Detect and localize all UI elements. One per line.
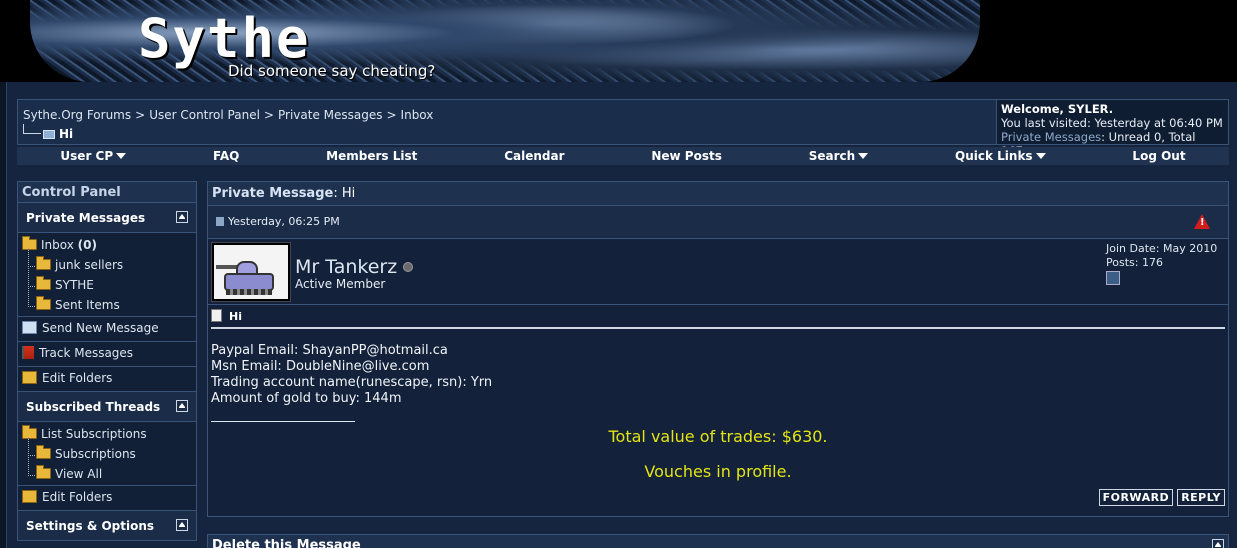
reply-button[interactable]: REPLY (1177, 489, 1225, 506)
signature-vouches: Vouches in profile. (644, 462, 792, 481)
folder-icon (36, 445, 51, 459)
collapse-icon[interactable] (176, 211, 188, 223)
breadcrumb-private-messages[interactable]: Private Messages (278, 108, 383, 122)
sidebar-item-track-messages[interactable]: Track Messages (17, 342, 197, 367)
forward-button[interactable]: FORWARD (1098, 489, 1174, 506)
sidebar-item-list-subscriptions[interactable]: List Subscriptions (22, 425, 192, 445)
chevron-down-icon (858, 153, 869, 159)
sidebar-item-edit-folders-2[interactable]: Edit Folders (17, 486, 197, 511)
subscription-list: List Subscriptions Subscriptions View Al… (17, 422, 197, 486)
compose-icon (22, 321, 37, 334)
reputation-icon (1106, 271, 1120, 285)
message-line: Paypal Email: ShayanPP@hotmail.ca (211, 343, 448, 358)
menu-members-list[interactable]: Members List (326, 149, 417, 163)
message-date-bar: Yesterday, 06:25 PM (208, 206, 1228, 239)
document-icon (211, 309, 222, 322)
message-line: Trading account name(runescape, rsn): Yr… (211, 375, 493, 390)
chevron-down-icon (116, 153, 127, 159)
flag-icon (22, 346, 34, 359)
navigation-box: Sythe.Org Forums > User Control Panel > Priv… (17, 99, 1229, 158)
folder-icon (43, 130, 55, 139)
menu-log-out[interactable]: Log Out (1132, 149, 1185, 163)
menu-faq[interactable]: FAQ (213, 149, 239, 163)
join-date: Join Date: May 2010 (1106, 242, 1218, 255)
folder-icon (36, 256, 51, 270)
menu-user-cp[interactable]: User CP (60, 149, 127, 163)
message-date: Yesterday, 06:25 PM (228, 215, 340, 228)
folder-icon (36, 296, 51, 310)
header-banner: Sythe Did someone say cheating? (0, 0, 1237, 82)
chevron-down-icon (1035, 153, 1046, 159)
section-subscribed-threads: Subscribed Threads (17, 392, 197, 422)
post-count: Posts: 176 (1106, 256, 1163, 269)
report-warning-icon[interactable] (1194, 214, 1210, 229)
pm-link[interactable]: Private Messages (1001, 130, 1101, 144)
collapse-icon[interactable] (1212, 539, 1224, 548)
post-icon (216, 217, 224, 226)
sender-info: Mr Tankerz Active Member Join Date: May … (208, 239, 1228, 305)
edit-folder-icon (22, 490, 37, 503)
menu-search[interactable]: Search (809, 149, 869, 163)
folder-icon (36, 276, 51, 290)
collapse-icon[interactable] (176, 519, 188, 531)
page-wrapper: Sythe.Org Forums > User Control Panel > Priv… (6, 82, 1237, 548)
current-page-title: Hi (59, 127, 74, 141)
sidebar-item-junk-sellers[interactable]: junk sellers (22, 248, 192, 276)
message-line: Amount of gold to buy: 144m (211, 391, 402, 406)
edit-folder-icon (22, 371, 37, 384)
breadcrumb-current: Hi (23, 124, 73, 141)
control-panel-sidebar: Control Panel Private Messages Inbox (0)… (17, 181, 197, 548)
signature-divider (211, 421, 355, 422)
offline-status-icon (403, 262, 414, 272)
sender-rank: Active Member (295, 277, 386, 291)
sidebar-item-send-new-message[interactable]: Send New Message (17, 317, 197, 342)
menu-calendar[interactable]: Calendar (504, 149, 564, 163)
site-logo[interactable]: Sythe (138, 10, 311, 68)
message-subject: Hi (211, 309, 1225, 329)
sidebar-item-inbox[interactable]: Inbox (0) (22, 236, 192, 256)
section-private-messages: Private Messages (17, 203, 197, 233)
sidebar-title: Control Panel (17, 181, 197, 203)
message-panel-title: Private Message: Hi (208, 182, 1228, 206)
delete-box-title: Delete this Message (212, 538, 361, 548)
sender-name[interactable]: Mr Tankerz (295, 256, 414, 278)
welcome-panel: Welcome, SYLER. You last visited: Yester… (996, 100, 1228, 158)
message-actions: FORWARD REPLY (1098, 489, 1225, 506)
pm-folder-list: Inbox (0) junk sellers SYTHE Sent Items (17, 233, 197, 317)
message-content: Hi Paypal Email: ShayanPP@hotmail.ca Msn… (208, 305, 1228, 514)
breadcrumb-inbox[interactable]: Inbox (401, 108, 434, 122)
main-menu: User CP FAQ Members List Calendar New Po… (17, 147, 1229, 165)
section-settings-options: Settings & Options (17, 511, 197, 541)
collapse-icon[interactable] (176, 400, 188, 412)
sidebar-item-subscriptions[interactable]: Subscriptions (22, 437, 192, 465)
sidebar-item-sythe[interactable]: SYTHE (22, 268, 192, 296)
sidebar-item-edit-folders[interactable]: Edit Folders (17, 367, 197, 392)
welcome-greeting: Welcome, SYLER. (1001, 102, 1114, 116)
menu-quick-links[interactable]: Quick Links (955, 149, 1046, 163)
message-body: Paypal Email: ShayanPP@hotmail.ca Msn Em… (211, 343, 1225, 407)
private-message-panel: Private Message: Hi Yesterday, 06:25 PM … (207, 181, 1229, 517)
sidebar-item-sent-items[interactable]: Sent Items (22, 288, 192, 316)
sidebar-item-view-all[interactable]: View All (22, 457, 192, 485)
breadcrumb-forums[interactable]: Sythe.Org Forums (23, 108, 131, 122)
delete-message-box: Delete this Message (207, 534, 1229, 548)
folder-icon (36, 465, 51, 479)
avatar[interactable] (211, 242, 291, 302)
site-tagline: Did someone say cheating? (228, 62, 436, 80)
breadcrumb: Sythe.Org Forums > User Control Panel > Priv… (23, 108, 434, 122)
tree-line (23, 124, 41, 134)
breadcrumb-user-cp[interactable]: User Control Panel (149, 108, 260, 122)
menu-new-posts[interactable]: New Posts (651, 149, 722, 163)
sender-stats: Join Date: May 2010 Posts: 176 (1106, 242, 1224, 289)
signature-total-value: Total value of trades: $630. (608, 427, 828, 446)
last-visited: You last visited: Yesterday at 06:40 PM (1001, 116, 1223, 130)
message-line: Msn Email: DoubleNine@live.com (211, 359, 430, 374)
